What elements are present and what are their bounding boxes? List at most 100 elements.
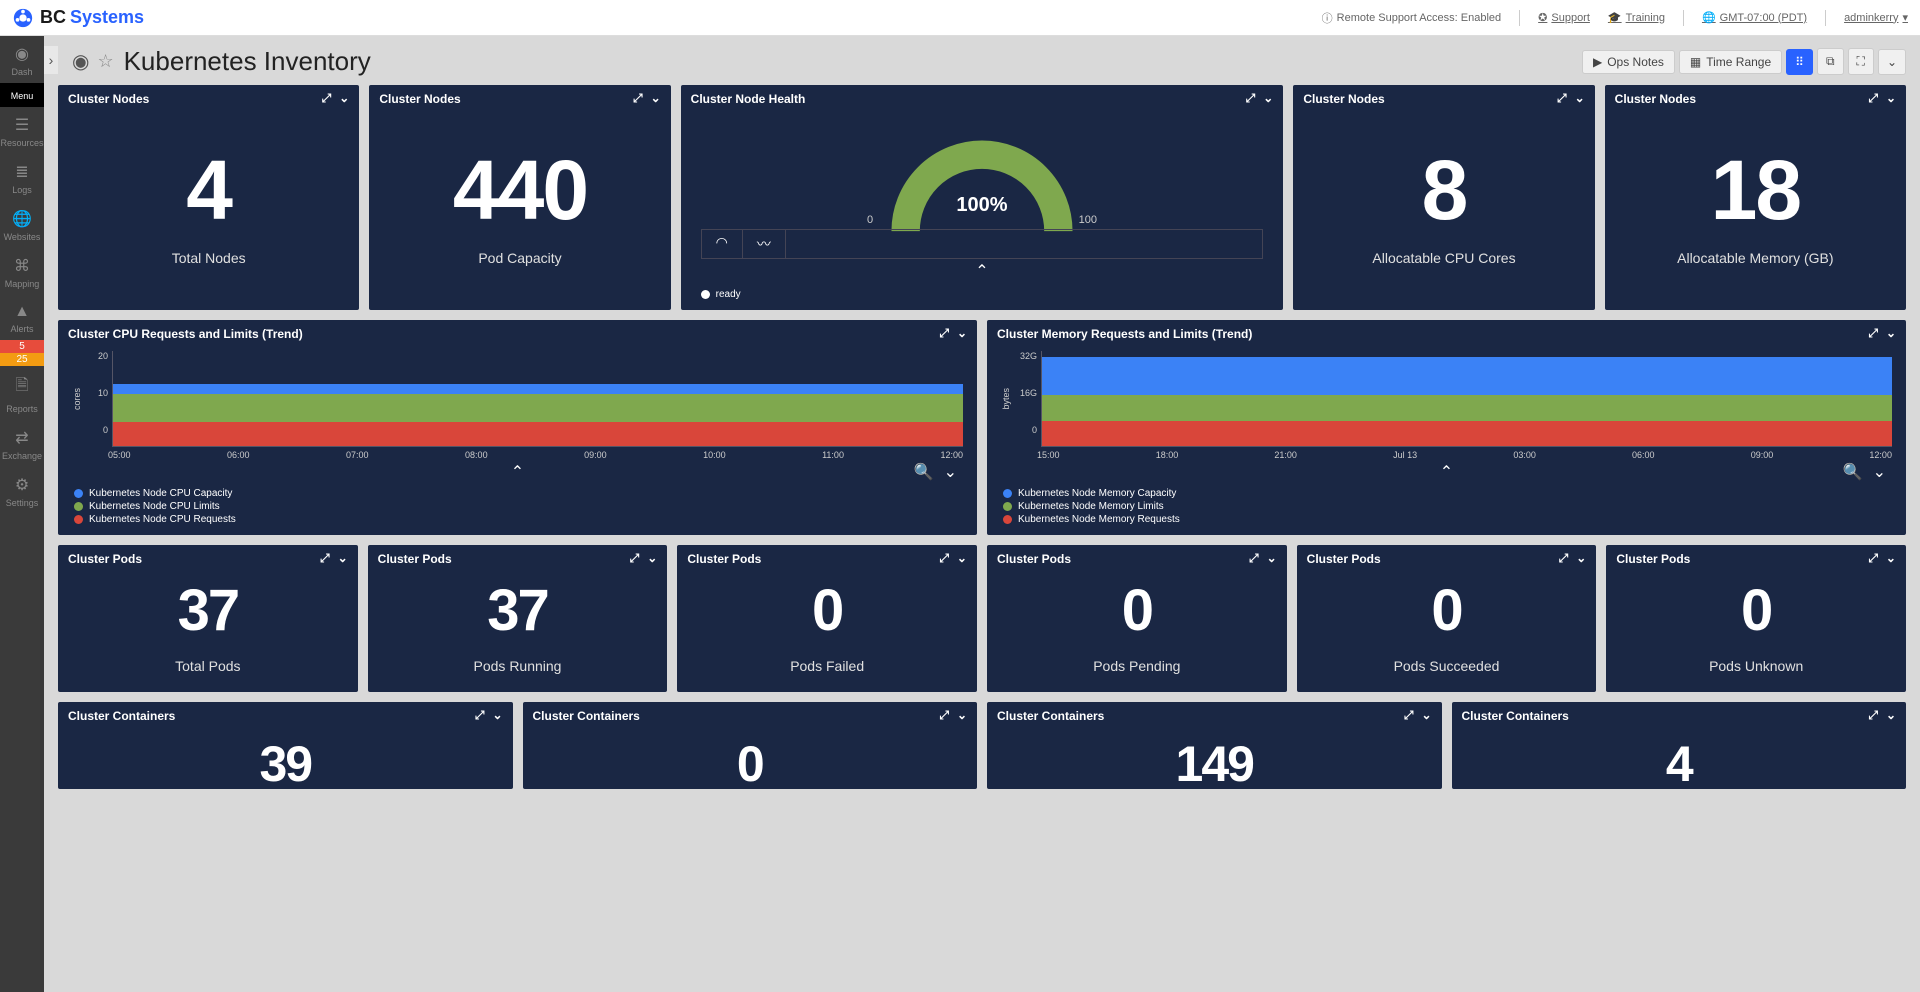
chevron-down-icon[interactable]: ⌄ xyxy=(338,551,348,566)
chevron-down-icon: ▾ xyxy=(1902,11,1908,24)
sidebar-item-reports[interactable]: 🗎 Reports xyxy=(0,366,44,420)
divider xyxy=(1825,10,1826,26)
expand-icon[interactable]: ⤢ xyxy=(1249,551,1259,566)
fullscreen-icon: ⛶ xyxy=(1857,54,1865,69)
legend-dot xyxy=(1003,489,1012,498)
chevron-down-icon[interactable]: ⌄ xyxy=(1886,91,1896,106)
alert-badge-warning[interactable]: 25 xyxy=(0,353,44,366)
chart-legend: Kubernetes Node Memory Capacity Kubernet… xyxy=(1001,484,1892,525)
ops-notes-button[interactable]: ▶ Ops Notes xyxy=(1582,50,1675,74)
card-pods-failed: Cluster Pods⤢⌄ 0Pods Failed xyxy=(677,545,977,692)
gauge-min: 0 xyxy=(867,214,873,226)
expand-icon[interactable]: ⤢ xyxy=(633,91,643,106)
top-header: BC Systems ⓘ Remote Support Access: Enab… xyxy=(0,0,1920,36)
card-title: Cluster Containers xyxy=(533,709,640,723)
expand-icon[interactable]: ⤢ xyxy=(1868,326,1878,341)
chevron-down-icon[interactable]: ⌄ xyxy=(957,708,967,723)
sidebar-item-menu[interactable]: Menu xyxy=(0,83,44,107)
chart-legend: Kubernetes Node CPU Capacity Kubernetes … xyxy=(72,484,963,525)
expand-icon[interactable]: ⤢ xyxy=(1557,91,1567,106)
chevron-down-icon[interactable]: ⌄ xyxy=(1575,91,1585,106)
sidebar-item-dash[interactable]: ◉ Dash xyxy=(0,36,44,83)
user-menu[interactable]: adminkerry ▾ xyxy=(1844,11,1908,24)
page-header: ◉ ☆ Kubernetes Inventory ▶ Ops Notes ▦ T… xyxy=(44,36,1920,85)
big-number-label: Pods Unknown xyxy=(1709,658,1803,674)
chevron-down-icon[interactable]: ⌄ xyxy=(1576,551,1586,566)
sidebar-expand-toggle[interactable]: › xyxy=(44,46,58,74)
chevron-down-icon[interactable]: ⌄ xyxy=(1421,708,1431,723)
info-icon: ⓘ xyxy=(1322,10,1333,26)
chart-collapse-toggle[interactable]: ⌃ xyxy=(511,462,524,482)
chevron-down-icon[interactable]: ⌄ xyxy=(1886,551,1896,566)
gauge-tab-dial[interactable]: ◠ xyxy=(702,230,743,258)
chevron-down-icon[interactable]: ⌄ xyxy=(957,326,967,341)
expand-icon[interactable]: ⤢ xyxy=(1559,551,1569,566)
time-range-button[interactable]: ▦ Time Range xyxy=(1679,50,1782,74)
sidebar-item-settings[interactable]: ⚙ Settings xyxy=(0,467,44,514)
big-number-value: 37 xyxy=(178,582,239,640)
expand-icon[interactable]: ⤢ xyxy=(475,708,485,723)
copy-icon: ⧉ xyxy=(1826,54,1835,69)
expand-icon[interactable]: ⤢ xyxy=(630,551,640,566)
expand-icon[interactable]: ⤢ xyxy=(939,326,949,341)
search-icon[interactable]: 🔍 xyxy=(1843,462,1863,482)
sidebar-item-mapping[interactable]: ⌘ Mapping xyxy=(0,248,44,295)
search-icon[interactable]: 🔍 xyxy=(914,462,934,482)
chevron-down-icon[interactable]: ⌄ xyxy=(647,551,657,566)
timezone-selector[interactable]: 🌐 GMT-07:00 (PDT) xyxy=(1702,11,1807,24)
favorite-star-icon[interactable]: ☆ xyxy=(97,51,113,72)
gauge-expand-toggle[interactable]: ⌃ xyxy=(701,259,1264,283)
brand-logo[interactable]: BC Systems xyxy=(12,7,144,29)
copy-button[interactable]: ⧉ xyxy=(1817,48,1844,75)
sidebar-item-label: Exchange xyxy=(2,451,42,461)
chart-collapse-toggle[interactable]: ⌃ xyxy=(1440,462,1453,482)
big-number-label: Total Pods xyxy=(175,658,240,674)
more-menu-button[interactable]: ⌄ xyxy=(1878,49,1906,75)
card-title: Cluster Containers xyxy=(1462,709,1569,723)
fullscreen-button[interactable]: ⛶ xyxy=(1848,48,1874,75)
expand-icon[interactable]: ⤢ xyxy=(1868,91,1878,106)
big-number-value: 149 xyxy=(1176,739,1253,789)
expand-icon[interactable]: ⤢ xyxy=(1868,551,1878,566)
expand-icon[interactable]: ⤢ xyxy=(1868,708,1878,723)
card-title: Cluster Pods xyxy=(1307,552,1381,566)
remote-support-status[interactable]: ⓘ Remote Support Access: Enabled xyxy=(1322,10,1501,26)
expand-icon[interactable]: ⤢ xyxy=(939,708,949,723)
chevron-down-icon[interactable]: ⌄ xyxy=(492,708,502,723)
support-link[interactable]: ✪ Support xyxy=(1538,11,1590,24)
expand-icon[interactable]: ⤢ xyxy=(322,91,332,106)
chevron-down-icon[interactable]: ⌄ xyxy=(1886,708,1896,723)
sidebar-item-exchange[interactable]: ⇄ Exchange xyxy=(0,420,44,467)
expand-icon[interactable]: ⤢ xyxy=(1246,91,1256,106)
expand-icon[interactable]: ⤢ xyxy=(939,551,949,566)
chevron-down-icon[interactable]: ⌄ xyxy=(957,551,967,566)
chevron-down-icon[interactable]: ⌄ xyxy=(944,462,957,482)
expand-icon[interactable]: ⤢ xyxy=(320,551,330,566)
topology-icon: ⌘ xyxy=(14,256,30,276)
support-label: Support xyxy=(1551,12,1590,24)
sidebar-item-logs[interactable]: ≣ Logs xyxy=(0,154,44,201)
training-link[interactable]: 🎓 Training xyxy=(1608,11,1665,24)
chevron-down-icon[interactable]: ⌄ xyxy=(339,91,349,106)
chevron-down-icon[interactable]: ⌄ xyxy=(1263,91,1273,106)
card-title: Cluster CPU Requests and Limits (Trend) xyxy=(68,327,303,341)
card-title: Cluster Nodes xyxy=(379,92,460,106)
legend-dot xyxy=(701,290,710,299)
expand-icon[interactable]: ⤢ xyxy=(1404,708,1414,723)
gauge-tab-trend[interactable]: 〰 xyxy=(743,230,786,258)
card-cpu-cores: Cluster Nodes ⤢⌄ 8 Allocatable CPU Cores xyxy=(1293,85,1594,310)
alert-badge-critical[interactable]: 5 xyxy=(0,340,44,353)
chevron-down-icon[interactable]: ⌄ xyxy=(1267,551,1277,566)
divider xyxy=(1519,10,1520,26)
sidebar-item-resources[interactable]: ☰ Resources xyxy=(0,107,44,154)
sidebar-item-alerts[interactable]: ▲ Alerts xyxy=(0,295,44,340)
brand-logo-icon xyxy=(12,7,34,29)
ops-notes-label: Ops Notes xyxy=(1607,55,1664,69)
sidebar-item-websites[interactable]: 🌐 Websites xyxy=(0,201,44,248)
legend-dot xyxy=(1003,502,1012,511)
big-number-value: 18 xyxy=(1711,148,1800,232)
chevron-down-icon[interactable]: ⌄ xyxy=(651,91,661,106)
chevron-down-icon[interactable]: ⌄ xyxy=(1873,462,1886,482)
view-mode-edit-button[interactable]: ⠿ xyxy=(1786,49,1813,75)
chevron-down-icon[interactable]: ⌄ xyxy=(1886,326,1896,341)
